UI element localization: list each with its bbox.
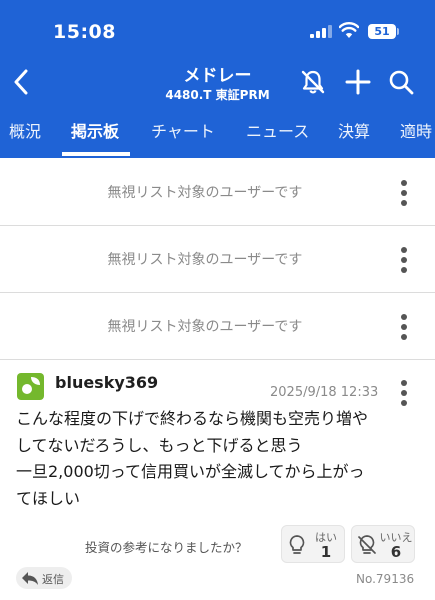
vote-no-button[interactable]: いいえ 6	[351, 525, 415, 563]
battery-icon: 51	[368, 24, 396, 39]
tab-earnings[interactable]: 決算	[338, 112, 370, 158]
post-line: 一旦2,000切って信用買いが全滅してから上がっ	[16, 462, 365, 481]
post-body: こんな程度の下げで終わるなら機関も空売り増や してないだろうし、もっと下げると思…	[16, 406, 416, 512]
wifi-icon	[339, 22, 359, 38]
vote-question: 投資の参考になりましたか？	[85, 540, 248, 555]
page-title: メドレー	[183, 66, 252, 86]
tab-disclosure[interactable]: 適時	[400, 112, 432, 158]
active-tab-indicator	[62, 152, 130, 156]
post-line: してないだろうし、もっと下げると思う	[16, 435, 303, 455]
stock-code: 4480.T 東証PRM	[165, 88, 270, 102]
vote-yes-count: 1	[320, 543, 332, 561]
lightbulb-icon	[289, 535, 305, 554]
back-chevron-icon	[14, 69, 28, 95]
ignored-user-message: 無視リスト対象のユーザーです	[107, 319, 303, 335]
list-item: 無視リスト対象のユーザーです	[0, 227, 435, 293]
vote-no-count: 6	[390, 543, 402, 561]
reply-label: 返信	[42, 573, 64, 586]
list-item: 無視リスト対象のユーザーです	[0, 160, 435, 226]
more-options-icon[interactable]	[394, 178, 414, 208]
more-options-icon[interactable]	[394, 245, 414, 275]
add-button[interactable]	[343, 67, 373, 97]
reply-button[interactable]: 返信	[16, 567, 72, 589]
notification-toggle-button[interactable]	[298, 67, 328, 97]
lightbulb-off-icon	[358, 535, 376, 554]
post-timestamp: 2025/9/18 12:33	[270, 385, 379, 400]
more-options-icon[interactable]	[394, 378, 414, 408]
tab-news[interactable]: ニュース	[246, 112, 309, 158]
battery-tip	[397, 28, 399, 35]
tab-chart[interactable]: チャート	[151, 112, 215, 158]
post-username[interactable]: bluesky369	[55, 373, 158, 392]
cellular-signal-icon	[310, 25, 332, 38]
board-post: bluesky369 2025/9/18 12:33 こんな程度の下げで終わるな…	[0, 360, 435, 600]
avatar[interactable]	[17, 373, 44, 400]
back-button[interactable]	[6, 64, 36, 100]
search-icon	[389, 70, 414, 95]
ignored-user-message: 無視リスト対象のユーザーです	[107, 252, 303, 268]
more-options-icon[interactable]	[394, 312, 414, 342]
status-time: 15:08	[53, 21, 116, 43]
stock-title: メドレー 4480.T 東証PRM	[140, 66, 295, 103]
list-item: 無視リスト対象のユーザーです	[0, 294, 435, 360]
ignored-user-message: 無視リスト対象のユーザーです	[107, 185, 303, 201]
app-header: 15:08 51 メドレー 4480.T 東証PRM 概況 掲示板 チャート ニ…	[0, 0, 435, 158]
search-button[interactable]	[386, 67, 416, 97]
bell-off-icon	[301, 70, 325, 94]
plus-icon	[345, 69, 371, 95]
post-line: てほしい	[16, 488, 81, 508]
reply-arrow-icon	[22, 572, 38, 585]
avatar-icon	[22, 377, 40, 394]
tab-overview[interactable]: 概況	[9, 112, 41, 158]
post-number: No.79136	[356, 572, 415, 586]
vote-yes-button[interactable]: はい 1	[281, 525, 345, 563]
post-line: こんな程度の下げで終わるなら機関も空売り増や	[16, 409, 369, 428]
